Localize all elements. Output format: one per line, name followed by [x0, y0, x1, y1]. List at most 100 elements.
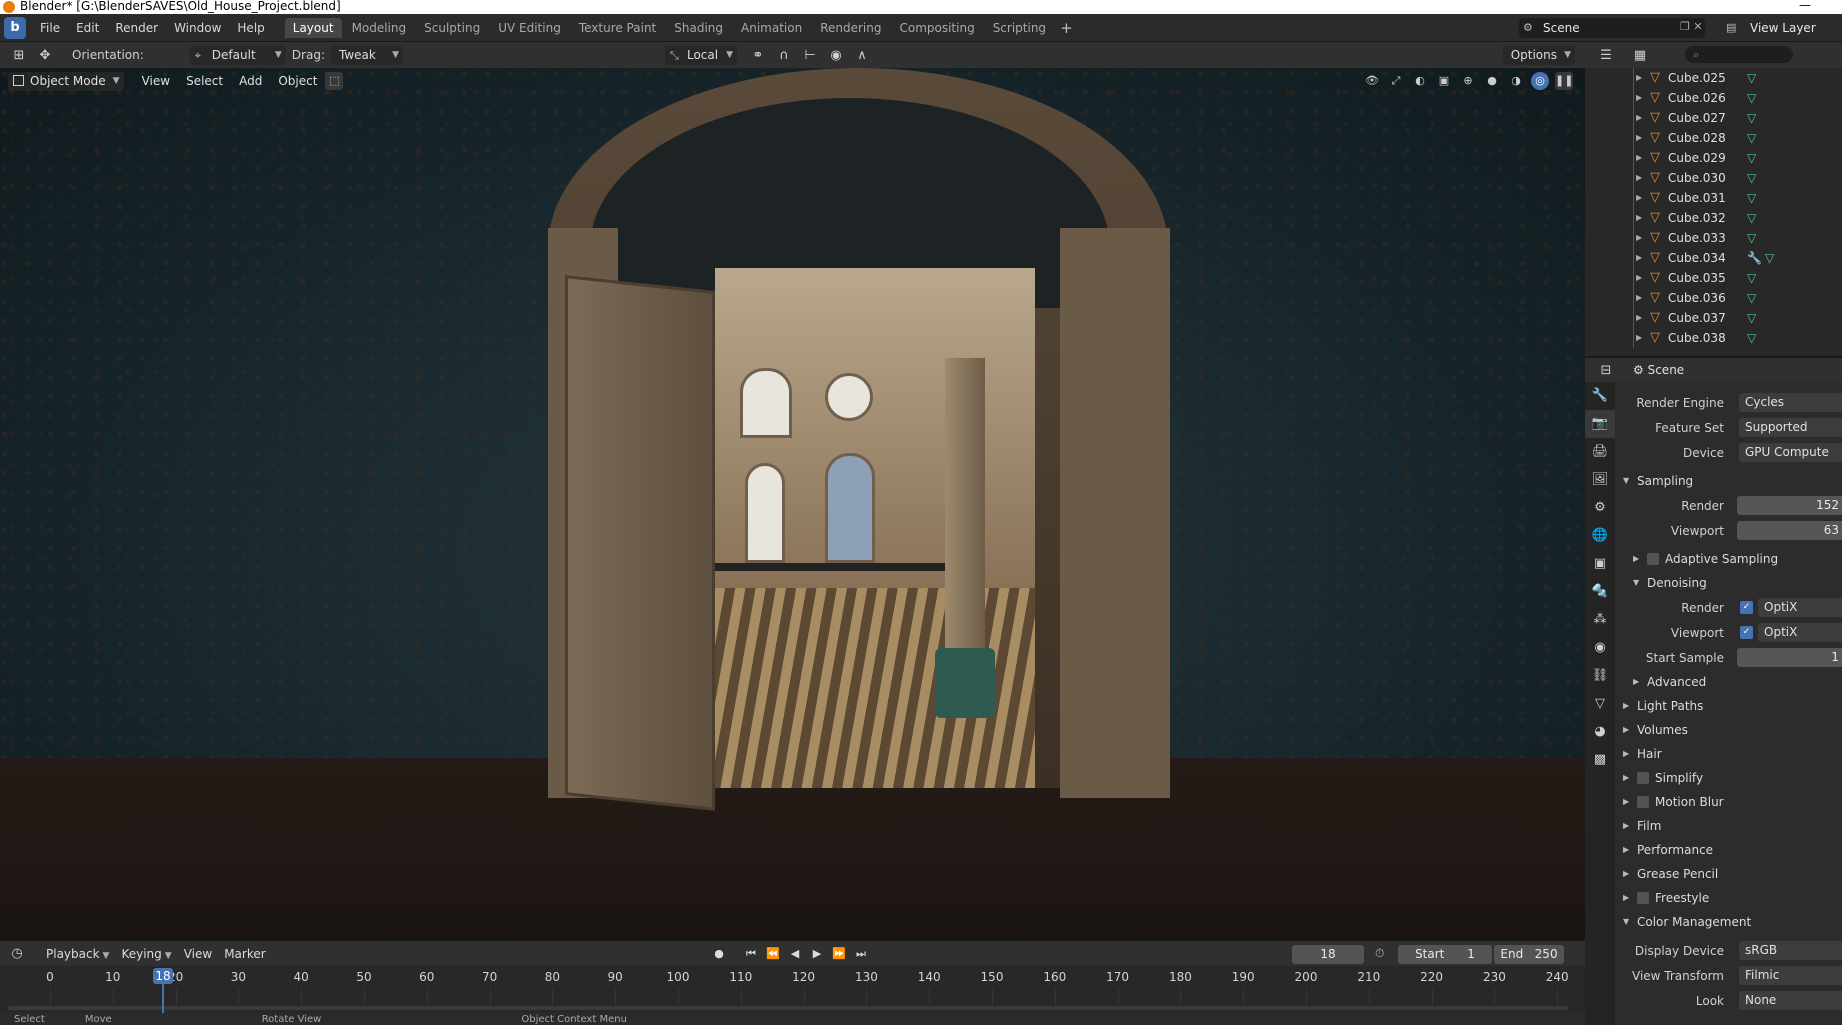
- display-device-dropdown[interactable]: sRGB: [1739, 941, 1842, 960]
- mesh-data-icon[interactable]: ▽: [1747, 108, 1756, 128]
- outliner-item[interactable]: ▶ ▽ Cube.035 ▽: [1585, 268, 1842, 288]
- outliner-item[interactable]: ▶ ▽ Cube.036 ▽: [1585, 288, 1842, 308]
- current-frame-field[interactable]: 18: [1292, 945, 1364, 964]
- mesh-data-icon[interactable]: ▽: [1747, 128, 1756, 148]
- render-samples-field[interactable]: 152: [1737, 496, 1842, 515]
- expand-arrow-icon[interactable]: ▶: [1636, 268, 1642, 288]
- tab-rendering[interactable]: Rendering: [812, 18, 889, 38]
- modifier-icon[interactable]: 🔧: [1747, 248, 1762, 268]
- mesh-data-icon[interactable]: ▽: [1747, 208, 1756, 228]
- minimize-button[interactable]: —: [1798, 0, 1812, 14]
- object-tab-icon[interactable]: ▣: [1585, 550, 1615, 578]
- snap-target-icon[interactable]: ⊢: [797, 48, 823, 63]
- tab-uv-editing[interactable]: UV Editing: [490, 18, 569, 38]
- mesh-data-icon[interactable]: ▽: [1747, 268, 1756, 288]
- timeline-menu-marker[interactable]: Marker: [218, 947, 271, 961]
- outliner-search-input[interactable]: ⌕: [1685, 46, 1793, 63]
- panel-freestyle[interactable]: ▶ Freestyle: [1615, 886, 1842, 910]
- magnet-icon[interactable]: ∩: [771, 48, 797, 63]
- outliner-item[interactable]: ▶ ▽ Cube.032 ▽: [1585, 208, 1842, 228]
- properties-editor-icon[interactable]: ⊟: [1593, 363, 1619, 378]
- particles-tab-icon[interactable]: ⁂: [1585, 606, 1615, 634]
- denoise-render-dropdown[interactable]: OptiX: [1758, 598, 1842, 617]
- expand-arrow-icon[interactable]: ▶: [1636, 168, 1642, 188]
- playhead-line[interactable]: [162, 984, 165, 1013]
- gizmo-icon[interactable]: ⤢: [1387, 72, 1405, 90]
- expand-arrow-icon[interactable]: ▶: [1636, 328, 1642, 348]
- denoise-viewport-dropdown[interactable]: OptiX: [1758, 623, 1842, 642]
- panel-simplify[interactable]: ▶ Simplify: [1615, 766, 1842, 790]
- expand-arrow-icon[interactable]: ▶: [1636, 68, 1642, 88]
- overlays-icon[interactable]: ◐: [1411, 72, 1429, 90]
- wireframe-shading-icon[interactable]: ⊕: [1459, 72, 1477, 90]
- expand-arrow-icon[interactable]: ▶: [1636, 228, 1642, 248]
- playhead[interactable]: 18: [153, 968, 174, 984]
- rendered-shading-icon[interactable]: ◎: [1531, 72, 1549, 90]
- mesh-data-icon[interactable]: ▽: [1747, 188, 1756, 208]
- outliner-item[interactable]: ▶ ▽ Cube.030 ▽: [1585, 168, 1842, 188]
- options-dropdown[interactable]: Options ▼: [1502, 46, 1575, 65]
- denoise-viewport-checkbox[interactable]: ✓: [1740, 626, 1753, 639]
- expand-arrow-icon[interactable]: ▶: [1636, 108, 1642, 128]
- outliner-item[interactable]: ▶ ▽ Cube.033 ▽: [1585, 228, 1842, 248]
- move-tool-icon[interactable]: ✥: [32, 48, 58, 63]
- proportional-edit-icon[interactable]: ◉: [823, 48, 849, 63]
- tab-modeling[interactable]: Modeling: [344, 18, 415, 38]
- tab-sculpting[interactable]: Sculpting: [416, 18, 488, 38]
- transform-affect-icon[interactable]: ⬚: [325, 72, 344, 90]
- viewport-menu-view[interactable]: View: [134, 74, 178, 88]
- expand-arrow-icon[interactable]: ▶: [1636, 208, 1642, 228]
- outliner-editor-icon[interactable]: ☰: [1593, 48, 1619, 63]
- outliner-item[interactable]: ▶ ▽ Cube.026 ▽: [1585, 88, 1842, 108]
- material-tab-icon[interactable]: ◕: [1585, 718, 1615, 746]
- timeline-scrollbar[interactable]: [8, 1006, 1568, 1010]
- tab-compositing[interactable]: Compositing: [891, 18, 982, 38]
- prev-keyframe-icon[interactable]: ⏪: [764, 945, 782, 963]
- look-dropdown[interactable]: None: [1739, 991, 1842, 1010]
- object-mode-dropdown[interactable]: Object Mode ▼: [8, 71, 124, 91]
- jump-start-icon[interactable]: ⏮: [742, 945, 760, 963]
- view-layer-tab-icon[interactable]: 🖼: [1585, 466, 1615, 494]
- mesh-data-icon[interactable]: ▽: [1747, 308, 1756, 328]
- add-workspace-button[interactable]: +: [1054, 19, 1079, 37]
- expand-arrow-icon[interactable]: ▶: [1636, 148, 1642, 168]
- start-sample-field[interactable]: 1: [1737, 648, 1842, 667]
- render-engine-dropdown[interactable]: Cycles: [1739, 393, 1842, 412]
- panel-performance[interactable]: ▶ Performance: [1615, 838, 1842, 862]
- expand-arrow-icon[interactable]: ▶: [1636, 248, 1642, 268]
- timeline-menu-keying[interactable]: Keying ▼: [115, 947, 177, 961]
- timeline-menu-playback[interactable]: Playback ▼: [40, 947, 115, 961]
- expand-arrow-icon[interactable]: ▶: [1636, 188, 1642, 208]
- feature-set-dropdown[interactable]: Supported: [1739, 418, 1842, 437]
- panel-sampling[interactable]: ▼ Sampling: [1615, 469, 1842, 493]
- outliner-item[interactable]: ▶ ▽ Cube.034 🔧 ▽: [1585, 248, 1842, 268]
- panel-color-management[interactable]: ▼ Color Management: [1615, 910, 1842, 934]
- viewport-menu-select[interactable]: Select: [178, 74, 231, 88]
- panel-light-paths[interactable]: ▶ Light Paths: [1615, 694, 1842, 718]
- motion-blur-checkbox[interactable]: [1637, 796, 1649, 808]
- panel-grease-pencil[interactable]: ▶ Grease Pencil: [1615, 862, 1842, 886]
- panel-motion-blur[interactable]: ▶ Motion Blur: [1615, 790, 1842, 814]
- drag-dropdown[interactable]: Tweak ▼: [330, 45, 403, 65]
- expand-arrow-icon[interactable]: ▶: [1636, 128, 1642, 148]
- menu-edit[interactable]: Edit: [68, 14, 107, 42]
- mesh-data-icon[interactable]: ▽: [1747, 288, 1756, 308]
- viewport-samples-field[interactable]: 63: [1737, 521, 1842, 540]
- timeline-editor-icon[interactable]: ◷: [4, 946, 30, 961]
- mesh-data-icon[interactable]: ▽: [1747, 328, 1756, 348]
- mesh-data-icon[interactable]: ▽: [1747, 168, 1756, 188]
- scene-tab-icon[interactable]: ⚙: [1585, 494, 1615, 522]
- modifier-tab-icon[interactable]: 🔩: [1585, 578, 1615, 606]
- simplify-checkbox[interactable]: [1637, 772, 1649, 784]
- outliner-item[interactable]: ▶ ▽ Cube.028 ▽: [1585, 128, 1842, 148]
- tab-texture-paint[interactable]: Texture Paint: [571, 18, 664, 38]
- mesh-data-icon[interactable]: ▽: [1747, 88, 1756, 108]
- panel-denoising[interactable]: ▼ Denoising: [1615, 571, 1842, 595]
- freestyle-checkbox[interactable]: [1637, 892, 1649, 904]
- world-tab-icon[interactable]: 🌐: [1585, 522, 1615, 550]
- editor-type-icon[interactable]: ⊞: [6, 48, 32, 63]
- mesh-data-icon[interactable]: ▽: [1747, 68, 1756, 88]
- outliner-item[interactable]: ▶ ▽ Cube.038 ▽: [1585, 328, 1842, 348]
- expand-arrow-icon[interactable]: ▶: [1636, 88, 1642, 108]
- blender-logo-icon[interactable]: b: [4, 16, 26, 39]
